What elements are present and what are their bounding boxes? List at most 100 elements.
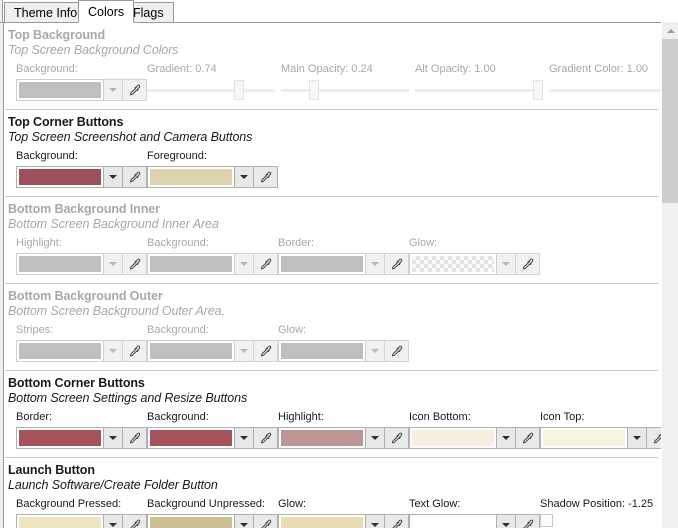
slider-track-container[interactable]: [281, 79, 409, 101]
eyedropper-button[interactable]: [123, 253, 147, 275]
color-swatch[interactable]: [147, 166, 235, 188]
color-dropdown-button[interactable]: [104, 253, 123, 275]
tab-theme-info[interactable]: Theme Info: [4, 2, 88, 23]
chevron-down-icon: [371, 349, 379, 353]
color-swatch[interactable]: [147, 253, 235, 275]
eyedropper-button[interactable]: [123, 79, 147, 101]
eyedropper-button[interactable]: [385, 427, 409, 449]
color-swatch[interactable]: [147, 427, 235, 449]
eyedropper-button[interactable]: [123, 166, 147, 188]
eyedropper-icon: [128, 258, 141, 271]
color-swatch[interactable]: [16, 514, 104, 528]
scroll-up-button[interactable]: [662, 22, 678, 39]
color-picker-combo: [540, 427, 671, 449]
color-dropdown-button[interactable]: [366, 514, 385, 528]
field-text-glow: Text Glow:: [409, 498, 540, 528]
field-label: Glow:: [278, 498, 307, 510]
color-dropdown-button[interactable]: [235, 166, 254, 188]
eyedropper-button[interactable]: [254, 166, 278, 188]
tab-colors[interactable]: Colors: [78, 0, 135, 23]
eyedropper-button[interactable]: [516, 253, 540, 275]
color-picker-combo: [16, 514, 147, 528]
color-dropdown-button[interactable]: [235, 253, 254, 275]
color-dropdown-button[interactable]: [497, 427, 516, 449]
section-fields: Border: Background: Highlight: Icon Bottom:…: [5, 405, 671, 457]
color-dropdown-button[interactable]: [366, 340, 385, 362]
color-dropdown-button[interactable]: [497, 253, 516, 275]
section-subtitle: Bottom Screen Settings and Resize Button…: [8, 391, 248, 405]
section-fields: Stripes: Background: Glow:: [5, 318, 658, 370]
slider-thumb[interactable]: [234, 80, 244, 100]
field-label: Main Opacity: 0.24: [281, 63, 373, 75]
eyedropper-button[interactable]: [385, 253, 409, 275]
color-swatch[interactable]: [16, 427, 104, 449]
field-highlight: Highlight:: [278, 411, 409, 449]
color-dropdown-button[interactable]: [497, 514, 516, 528]
slider-track-container[interactable]: [415, 79, 543, 101]
eyedropper-button[interactable]: [254, 514, 278, 528]
eyedropper-button[interactable]: [123, 427, 147, 449]
color-dropdown-button[interactable]: [104, 340, 123, 362]
color-dropdown-button[interactable]: [104, 427, 123, 449]
slider-track: [281, 89, 409, 92]
color-swatch-fill: [150, 343, 232, 359]
color-swatch[interactable]: [16, 166, 104, 188]
eyedropper-button[interactable]: [385, 514, 409, 528]
color-swatch[interactable]: [409, 253, 497, 275]
eyedropper-button[interactable]: [254, 427, 278, 449]
color-swatch[interactable]: [16, 253, 104, 275]
color-swatch[interactable]: [147, 514, 235, 528]
slider-track-container[interactable]: [147, 79, 275, 101]
color-swatch-fill: [281, 343, 363, 359]
color-dropdown-button[interactable]: [235, 427, 254, 449]
slider-thumb[interactable]: [533, 80, 543, 100]
slider-track-container[interactable]: [549, 79, 677, 101]
eyedropper-button[interactable]: [123, 340, 147, 362]
color-swatch[interactable]: [278, 340, 366, 362]
color-swatch[interactable]: [409, 427, 497, 449]
field-label: Highlight:: [16, 237, 62, 249]
slider-thumb[interactable]: [309, 80, 319, 100]
color-swatch[interactable]: [409, 514, 497, 528]
color-dropdown-button[interactable]: [104, 79, 123, 101]
color-swatch[interactable]: [540, 427, 628, 449]
color-dropdown-button[interactable]: [104, 166, 123, 188]
color-swatch[interactable]: [278, 253, 366, 275]
eyedropper-button[interactable]: [254, 253, 278, 275]
field-border: Border:: [278, 237, 409, 275]
color-dropdown-button[interactable]: [366, 253, 385, 275]
color-swatch-fill: [412, 256, 494, 272]
color-dropdown-button[interactable]: [628, 427, 647, 449]
section-title: Top Background: [8, 28, 105, 42]
color-picker-combo: [16, 427, 147, 449]
shadow-position-checkbox[interactable]: [540, 514, 553, 527]
color-picker-combo: [147, 166, 278, 188]
color-dropdown-button[interactable]: [235, 340, 254, 362]
color-swatch[interactable]: [147, 340, 235, 362]
vertical-scrollbar[interactable]: [661, 22, 678, 528]
chevron-down-icon: [109, 349, 117, 353]
scrollbar-thumb[interactable]: [662, 39, 678, 203]
color-dropdown-button[interactable]: [235, 514, 254, 528]
color-picker-combo: [278, 514, 409, 528]
color-swatch[interactable]: [16, 340, 104, 362]
eyedropper-button[interactable]: [123, 514, 147, 528]
color-swatch[interactable]: [278, 427, 366, 449]
field-background-pressed: Background Pressed:: [16, 498, 147, 528]
color-picker-combo: [16, 166, 147, 188]
eyedropper-button[interactable]: [516, 427, 540, 449]
color-picker-combo: [409, 514, 540, 528]
color-swatch[interactable]: [16, 79, 104, 101]
color-dropdown-button[interactable]: [104, 514, 123, 528]
field-background: Background:: [147, 411, 278, 449]
color-dropdown-button[interactable]: [366, 427, 385, 449]
field-stripes: Stripes:: [16, 324, 147, 362]
section-subtitle: Bottom Screen Background Outer Area.: [8, 304, 225, 318]
color-picker-combo: [147, 427, 278, 449]
eyedropper-button[interactable]: [516, 514, 540, 528]
color-swatch[interactable]: [278, 514, 366, 528]
slider-track: [415, 89, 543, 92]
eyedropper-button[interactable]: [385, 340, 409, 362]
eyedropper-button[interactable]: [254, 340, 278, 362]
chevron-down-icon: [371, 523, 379, 527]
